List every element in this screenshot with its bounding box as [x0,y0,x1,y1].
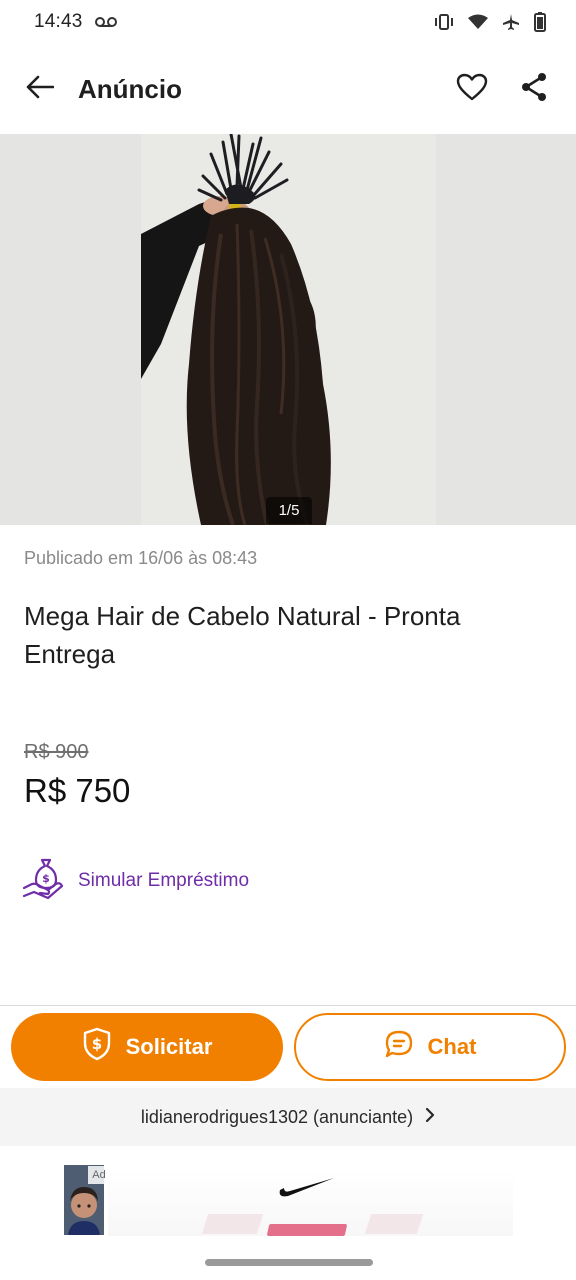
airplane-icon [502,13,520,31]
ad-decoration [364,1214,424,1234]
svg-text:$: $ [91,1035,101,1053]
ad-badge: Ad [88,1166,110,1184]
simulate-loan-link[interactable]: $ Simular Empréstimo [22,856,249,905]
published-date: Publicado em 16/06 às 08:43 [24,548,258,568]
money-bag-hand-icon: $ [22,856,64,905]
seller-name: lidianerodrigues1302 (anunciante) [140,1106,414,1127]
old-price: R$ 900 [24,741,89,763]
chat-button[interactable]: Chat [294,1013,566,1081]
divider [0,1005,576,1006]
back-button[interactable] [22,71,58,107]
gallery-page-indicator: 1/5 [266,497,312,524]
swoosh-logo-icon [278,1176,336,1203]
ad-decoration [266,1224,348,1236]
chevron-right-icon [425,1107,435,1128]
voicemail-icon [94,16,117,28]
listing-title: Mega Hair de Cabelo Natural - Pronta Ent… [24,601,461,669]
ad-decoration [201,1214,264,1234]
share-icon [520,72,548,107]
vibrate-icon [434,13,454,31]
favorite-button[interactable] [452,69,492,109]
app-bar: Anúncio [0,52,576,126]
status-time: 14:43 [34,11,83,32]
shield-dollar-icon: $ [82,1027,112,1067]
listing-photo[interactable] [141,134,436,525]
seller-link[interactable]: lidianerodrigues1302 (anunciante) [0,1088,576,1146]
hair-photo-illustration [141,134,436,525]
solicitar-button[interactable]: $ Solicitar [11,1013,283,1081]
wifi-icon [468,14,488,30]
simulate-loan-label: Simular Empréstimo [78,869,250,891]
chat-bubble-icon [384,1029,414,1065]
image-gallery[interactable] [0,134,576,525]
status-bar: 14:43 [0,0,576,44]
page-title: Anúncio [78,73,182,104]
home-indicator[interactable] [205,1259,373,1266]
back-arrow-icon [26,75,55,104]
solicitar-label: Solicitar [125,1034,213,1059]
heart-icon [456,73,488,106]
chat-label: Chat [427,1034,477,1059]
share-button[interactable] [514,69,554,109]
price: R$ 750 [24,772,131,809]
battery-icon [534,12,546,32]
svg-text:$: $ [42,872,50,885]
